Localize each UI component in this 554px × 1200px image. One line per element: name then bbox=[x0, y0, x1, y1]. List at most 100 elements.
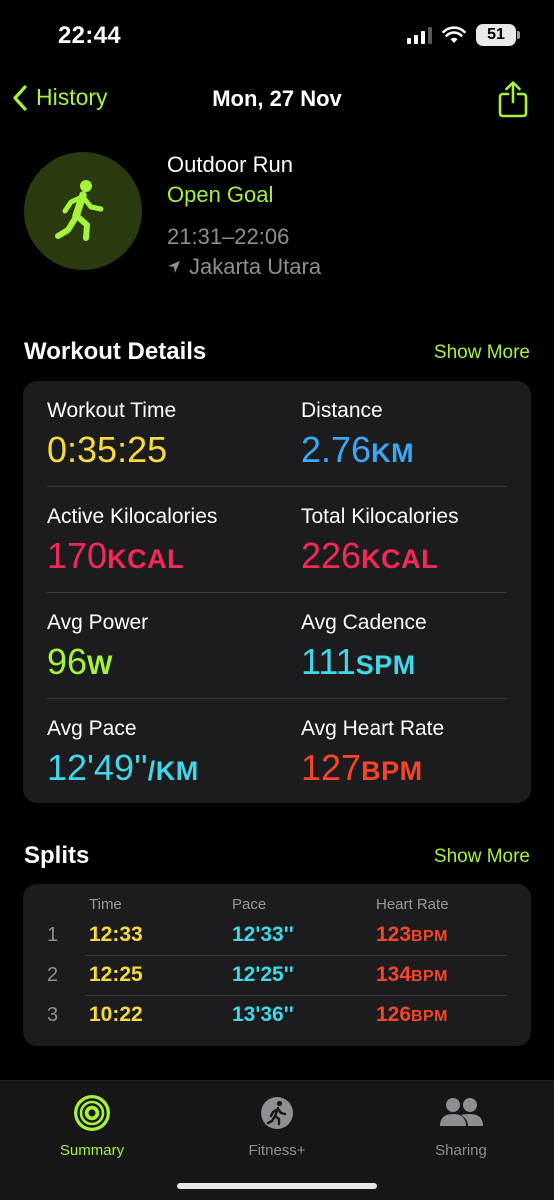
value-number: 226 bbox=[301, 535, 362, 576]
hr-unit: BPM bbox=[411, 928, 448, 945]
fitness-plus-icon bbox=[261, 1097, 293, 1129]
metric-label: Avg Cadence bbox=[301, 611, 427, 634]
metric-value: 127BPM bbox=[301, 745, 444, 794]
value-number: 170 bbox=[47, 535, 108, 576]
workout-location: Jakarta Utara bbox=[167, 252, 321, 282]
splits-column-pace: Pace bbox=[232, 896, 267, 913]
battery-indicator: 51 bbox=[476, 24, 520, 46]
split-heart-rate: 126BPM bbox=[376, 1003, 448, 1027]
location-arrow-icon bbox=[168, 261, 180, 273]
metric-value: 111SPM bbox=[301, 639, 427, 688]
tab-fitness-plus[interactable]: Fitness+ bbox=[202, 1093, 352, 1159]
nav-bar: History Mon, 27 Nov bbox=[0, 72, 554, 128]
section-title: Splits bbox=[24, 842, 90, 869]
workout-type-badge bbox=[24, 152, 142, 270]
split-time: 12:33 bbox=[89, 923, 143, 946]
metric-value: 96W bbox=[47, 639, 148, 688]
cellular-signal-icon bbox=[407, 26, 432, 44]
value-unit: KCAL bbox=[107, 544, 185, 574]
share-button[interactable] bbox=[498, 80, 528, 123]
section-title: Workout Details bbox=[24, 338, 207, 365]
tab-label: Summary bbox=[59, 1142, 125, 1159]
status-time: 22:44 bbox=[58, 22, 121, 49]
metric-avg-heart-rate: Avg Heart Rate 127BPM bbox=[301, 715, 444, 794]
location-label: Jakarta Utara bbox=[189, 254, 322, 279]
split-index: 3 bbox=[47, 1004, 59, 1026]
value-unit: /KM bbox=[147, 756, 199, 786]
status-bar: 22:44 51 bbox=[0, 0, 554, 72]
split-time: 10:22 bbox=[89, 1003, 143, 1026]
split-index: 1 bbox=[47, 924, 59, 946]
metric-value: 0:35:25 bbox=[47, 427, 176, 476]
value-unit: W bbox=[87, 650, 114, 680]
metric-label: Workout Time bbox=[47, 399, 177, 422]
splits-column-heart-rate: Heart Rate bbox=[376, 896, 449, 913]
split-time: 12:25 bbox=[89, 963, 143, 986]
hr-number: 126 bbox=[376, 1003, 412, 1026]
status-icons: 51 bbox=[407, 24, 520, 46]
split-pace: 12'33'' bbox=[232, 923, 294, 946]
sharing-icon bbox=[440, 1098, 483, 1126]
activity-rings-icon bbox=[74, 1095, 110, 1131]
value-unit: KM bbox=[371, 438, 415, 468]
tab-bar: Summary Fitness+ Sharing bbox=[0, 1080, 554, 1200]
hr-unit: BPM bbox=[411, 968, 448, 985]
value-number: 0:35:25 bbox=[47, 429, 168, 470]
detail-row: Active Kilocalories 170KCAL Total Kiloca… bbox=[23, 487, 531, 593]
workout-header: Outdoor Run Open Goal 21:31–22:06 Jakart… bbox=[0, 150, 554, 290]
metric-label: Active Kilocalories bbox=[47, 505, 218, 528]
splits-card: Time Pace Heart Rate 1 12:33 12'33'' 123… bbox=[23, 884, 531, 1046]
workout-goal: Open Goal bbox=[167, 182, 274, 207]
wifi-icon bbox=[442, 26, 466, 43]
detail-row: Avg Power 96W Avg Cadence 111SPM bbox=[23, 593, 531, 699]
split-heart-rate: 134BPM bbox=[376, 963, 448, 987]
metric-value: 2.76KM bbox=[301, 427, 414, 476]
value-number: 96 bbox=[47, 641, 88, 682]
running-figure-icon bbox=[55, 180, 104, 241]
value-unit: SPM bbox=[355, 650, 416, 680]
metric-label: Total Kilocalories bbox=[301, 505, 459, 528]
metric-value: 12'49''/KM bbox=[47, 745, 199, 794]
splits-show-more-button[interactable]: Show More bbox=[434, 846, 530, 868]
metric-avg-pace: Avg Pace 12'49''/KM bbox=[47, 715, 199, 794]
split-index: 2 bbox=[47, 964, 59, 986]
split-pace: 13'36'' bbox=[232, 1003, 294, 1026]
value-unit: KCAL bbox=[361, 544, 439, 574]
value-number: 2.76 bbox=[301, 429, 372, 470]
detail-row: Avg Pace 12'49''/KM Avg Heart Rate 127BP… bbox=[23, 699, 531, 805]
home-indicator bbox=[177, 1183, 377, 1189]
hr-number: 123 bbox=[376, 923, 412, 946]
page-title: Mon, 27 Nov bbox=[212, 86, 342, 111]
split-heart-rate: 123BPM bbox=[376, 923, 448, 947]
splits-column-time: Time bbox=[89, 896, 122, 913]
split-row: 3 10:22 13'36'' 126BPM bbox=[23, 996, 531, 1036]
value-number: 111 bbox=[301, 641, 356, 682]
split-pace: 12'25'' bbox=[232, 963, 294, 986]
workout-details-card: Workout Time 0:35:25 Distance 2.76KM Act… bbox=[23, 381, 531, 803]
tab-summary[interactable]: Summary bbox=[17, 1093, 167, 1159]
splits-header: Splits Show More bbox=[24, 840, 530, 874]
value-unit: BPM bbox=[361, 756, 423, 786]
metric-avg-power: Avg Power 96W bbox=[47, 609, 148, 688]
split-row: 1 12:33 12'33'' 123BPM bbox=[23, 916, 531, 956]
value-number: 127 bbox=[301, 747, 362, 788]
tab-label: Sharing bbox=[435, 1142, 487, 1159]
hr-unit: BPM bbox=[411, 1008, 448, 1025]
metric-label: Avg Heart Rate bbox=[301, 717, 445, 740]
metric-value: 170KCAL bbox=[47, 533, 217, 582]
workout-time-range: 21:31–22:06 bbox=[167, 224, 290, 249]
metric-total-kilocalories: Total Kilocalories 226KCAL bbox=[301, 503, 459, 582]
hr-number: 134 bbox=[376, 963, 412, 986]
details-show-more-button[interactable]: Show More bbox=[434, 342, 530, 364]
metric-avg-cadence: Avg Cadence 111SPM bbox=[301, 609, 427, 688]
tab-label: Fitness+ bbox=[248, 1142, 306, 1159]
metric-label: Avg Pace bbox=[47, 717, 137, 740]
metric-distance: Distance 2.76KM bbox=[301, 397, 414, 476]
workout-title: Outdoor Run bbox=[167, 152, 293, 177]
value-number: 12'49'' bbox=[47, 747, 148, 788]
split-row: 2 12:25 12'25'' 134BPM bbox=[23, 956, 531, 996]
workout-details-header: Workout Details Show More bbox=[24, 336, 530, 370]
metric-value: 226KCAL bbox=[301, 533, 459, 582]
tab-sharing[interactable]: Sharing bbox=[386, 1093, 536, 1159]
metric-label: Avg Power bbox=[47, 611, 149, 634]
